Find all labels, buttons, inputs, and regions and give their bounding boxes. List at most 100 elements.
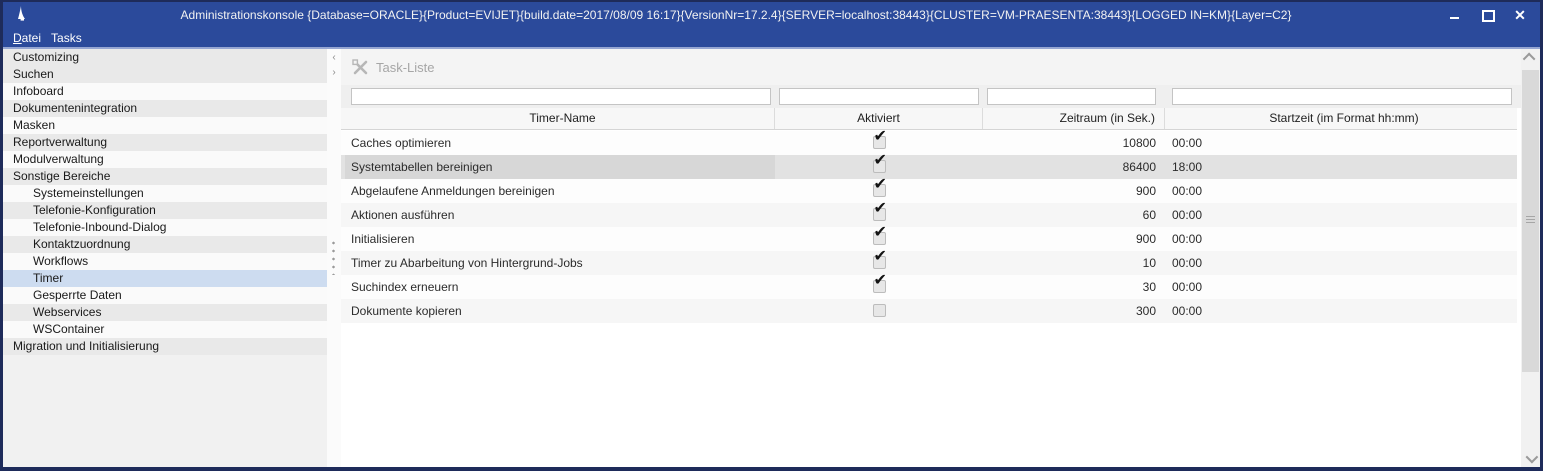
timer-name-cell: Abgelaufene Anmeldungen bereinigen xyxy=(345,179,775,203)
chevron-right-icon[interactable]: › xyxy=(327,67,341,79)
minimize-icon[interactable] xyxy=(1448,8,1464,22)
enabled-cell xyxy=(775,275,983,299)
sidebar-item-dokumentenintegration[interactable]: Dokumentenintegration xyxy=(3,100,327,117)
sidebar-item-systemeinstellungen[interactable]: Systemeinstellungen xyxy=(3,185,327,202)
sidebar-item-gesperrte-daten[interactable]: Gesperrte Daten xyxy=(3,287,327,304)
sidebar-item-wscontainer[interactable]: WSContainer xyxy=(3,321,327,338)
interval-cell: 900 xyxy=(983,227,1165,251)
sidebar-item-workflows[interactable]: Workflows xyxy=(3,253,327,270)
filter-input-col4[interactable] xyxy=(1172,88,1512,105)
interval-cell: 10 xyxy=(983,251,1165,275)
sidebar-item-infoboard[interactable]: Infoboard xyxy=(3,83,327,100)
main-panel: Task-Liste Timer-NameAktiviertZeitraum (… xyxy=(341,49,1521,467)
timer-name-cell: Initialisieren xyxy=(345,227,775,251)
chevron-left-icon[interactable]: ‹ xyxy=(327,52,341,64)
sailboat-icon xyxy=(10,4,32,26)
timer-name-cell: Suchindex erneuern xyxy=(345,275,775,299)
timer-name-cell: Timer zu Abarbeitung von Hintergrund-Job… xyxy=(345,251,775,275)
start-time-cell: 00:00 xyxy=(1165,131,1516,155)
vertical-scrollbar[interactable] xyxy=(1521,49,1540,467)
filter-cell xyxy=(345,85,775,108)
sidebar-nav: CustomizingSuchenInfoboardDokumenteninte… xyxy=(3,49,327,467)
sidebar-item-suchen[interactable]: Suchen xyxy=(3,66,327,83)
interval-cell: 86400 xyxy=(983,155,1165,179)
panel-header: Task-Liste xyxy=(341,49,1521,85)
table-row[interactable]: Dokumente kopieren 30000:00 xyxy=(341,299,1517,323)
menu-bar: Datei Tasks xyxy=(3,28,1540,49)
sidebar-item-timer[interactable]: Timer xyxy=(3,270,327,287)
filter-cell xyxy=(775,85,983,108)
start-time-cell: 00:00 xyxy=(1165,179,1516,203)
window-inner: Administrationskonsole {Database=ORACLE}… xyxy=(3,2,1540,467)
sidebar-splitter[interactable]: ‹ › xyxy=(327,49,341,467)
table-header-row: Timer-NameAktiviertZeitraum (in Sek.)Sta… xyxy=(341,108,1517,130)
tools-icon xyxy=(352,59,369,76)
start-time-cell: 00:00 xyxy=(1165,275,1516,299)
start-time-cell: 00:00 xyxy=(1165,203,1516,227)
filter-cell xyxy=(983,85,1165,108)
menu-item-tasks[interactable]: Tasks xyxy=(51,31,82,45)
sidebar-item-reportverwaltung[interactable]: Reportverwaltung xyxy=(3,134,327,151)
table-row[interactable]: Caches optimieren 1080000:00 xyxy=(341,131,1517,155)
sidebar-item-masken[interactable]: Masken xyxy=(3,117,327,134)
interval-cell: 60 xyxy=(983,203,1165,227)
sidebar-item-migration-und-initialisierung[interactable]: Migration und Initialisierung xyxy=(3,338,327,355)
interval-cell: 300 xyxy=(983,299,1165,323)
splitter-grip-icon[interactable] xyxy=(332,239,335,275)
start-time-cell: 00:00 xyxy=(1165,227,1516,251)
table-body: Caches optimieren1080000:00Systemtabelle… xyxy=(341,131,1517,323)
maximize-icon[interactable] xyxy=(1480,8,1496,22)
column-header-timer-name[interactable]: Timer-Name xyxy=(345,108,775,129)
sidebar-item-webservices[interactable]: Webservices xyxy=(3,304,327,321)
scrollbar-thumb[interactable] xyxy=(1522,70,1539,372)
filter-input-col2[interactable] xyxy=(779,88,979,105)
sidebar-item-modulverwaltung[interactable]: Modulverwaltung xyxy=(3,151,327,168)
checkbox-checked-icon[interactable] xyxy=(873,280,886,293)
checkbox-checked-icon[interactable] xyxy=(873,208,886,221)
timer-name-cell: Systemtabellen bereinigen xyxy=(345,155,775,179)
timer-name-cell: Caches optimieren xyxy=(345,131,775,155)
table-row[interactable]: Systemtabellen bereinigen 8640018:00 xyxy=(341,155,1517,179)
sidebar-item-customizing[interactable]: Customizing xyxy=(3,49,327,66)
checkbox-checked-icon[interactable] xyxy=(873,232,886,245)
interval-cell: 30 xyxy=(983,275,1165,299)
checkbox-checked-icon[interactable] xyxy=(873,136,886,149)
table-row[interactable]: Abgelaufene Anmeldungen bereinigen 90000:… xyxy=(341,179,1517,203)
table-row[interactable]: Suchindex erneuern 3000:00 xyxy=(341,275,1517,299)
window-controls: ✕ xyxy=(1448,8,1528,22)
timer-name-cell: Dokumente kopieren xyxy=(345,299,775,323)
start-time-cell: 00:00 xyxy=(1165,251,1516,275)
column-header-zeitraum-in-sek-[interactable]: Zeitraum (in Sek.) xyxy=(983,108,1165,129)
filter-cell xyxy=(1165,85,1516,108)
checkbox-checked-icon[interactable] xyxy=(873,184,886,197)
filter-input-col1[interactable] xyxy=(351,88,771,105)
application-window: Administrationskonsole {Database=ORACLE}… xyxy=(0,0,1543,471)
sidebar-item-telefonie-inbound-dialog[interactable]: Telefonie-Inbound-Dialog xyxy=(3,219,327,236)
table-row[interactable]: Initialisieren 90000:00 xyxy=(341,227,1517,251)
start-time-cell: 00:00 xyxy=(1165,299,1516,323)
menu-item-datei[interactable]: Datei xyxy=(13,31,41,45)
checkbox-checked-icon[interactable] xyxy=(873,256,886,269)
scrollbar-grip-icon xyxy=(1526,216,1535,217)
filter-row xyxy=(341,85,1521,108)
scroll-down-icon[interactable] xyxy=(1521,450,1540,467)
enabled-cell xyxy=(775,299,983,323)
checkbox-checked-icon[interactable] xyxy=(873,160,886,173)
interval-cell: 900 xyxy=(983,179,1165,203)
content-area: CustomizingSuchenInfoboardDokumenteninte… xyxy=(3,49,1540,467)
sidebar-item-sonstige-bereiche[interactable]: Sonstige Bereiche xyxy=(3,168,327,185)
interval-cell: 10800 xyxy=(983,131,1165,155)
title-bar[interactable]: Administrationskonsole {Database=ORACLE}… xyxy=(3,2,1540,28)
checkbox-unchecked-icon[interactable] xyxy=(873,304,886,317)
timer-name-cell: Aktionen ausführen xyxy=(345,203,775,227)
sidebar-item-telefonie-konfiguration[interactable]: Telefonie-Konfiguration xyxy=(3,202,327,219)
table-row[interactable]: Aktionen ausführen 6000:00 xyxy=(341,203,1517,227)
start-time-cell: 18:00 xyxy=(1165,155,1516,179)
column-header-startzeit-im-format-hh-mm-[interactable]: Startzeit (im Format hh:mm) xyxy=(1165,108,1516,129)
close-icon[interactable]: ✕ xyxy=(1512,8,1528,22)
panel-title: Task-Liste xyxy=(376,60,435,75)
filter-input-col3[interactable] xyxy=(987,88,1156,105)
table-row[interactable]: Timer zu Abarbeitung von Hintergrund-Job… xyxy=(341,251,1517,275)
scroll-up-icon[interactable] xyxy=(1521,49,1540,66)
sidebar-item-kontaktzuordnung[interactable]: Kontaktzuordnung xyxy=(3,236,327,253)
